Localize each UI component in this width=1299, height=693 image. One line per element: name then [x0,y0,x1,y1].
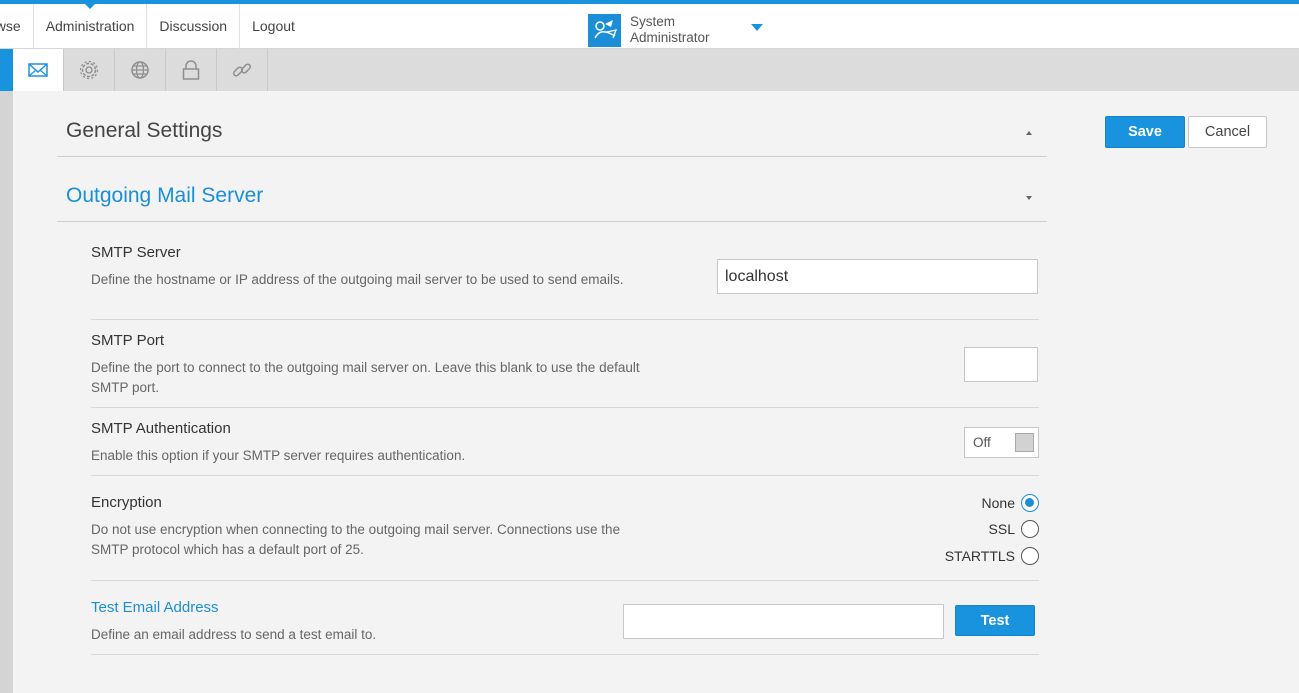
caret-down-icon[interactable] [751,24,763,31]
cancel-button[interactable]: Cancel [1188,116,1267,148]
test-email-input[interactable] [623,604,944,639]
user-name: System Administrator [630,14,725,46]
user-name-line1: System [630,14,676,29]
outgoing-mail-server-section[interactable]: Outgoing Mail Server [57,157,1047,222]
smtp-server-row: SMTP Server Define the hostname or IP ad… [91,222,1039,320]
nav-logout-label: Logout [252,18,295,34]
smtp-port-row: SMTP Port Define the port to connect to … [91,320,1039,408]
encryption-row: Encryption Do not use encryption when co… [91,476,1039,581]
smtp-server-description: Define the hostname or IP address of the… [91,272,624,287]
nav-discussion[interactable]: Discussion [147,4,241,49]
globe-icon [131,61,149,79]
tab-language[interactable] [115,49,166,91]
test-email-description: Define an email address to send a test e… [91,627,377,642]
general-settings-title: General Settings [66,119,223,142]
user-menu[interactable]: System Administrator [588,13,763,47]
general-settings-section[interactable]: General Settings [57,108,1047,157]
encryption-label: Encryption [91,494,162,511]
tab-email[interactable] [13,49,64,91]
chevron-up-icon[interactable] [1025,129,1033,137]
smtp-authentication-toggle[interactable]: Off [964,427,1039,458]
nav-discussion-label: Discussion [159,18,228,34]
nav-browse[interactable]: owse [0,4,34,49]
encryption-option-starttls[interactable]: STARTTLS [945,547,1039,565]
nav-logout[interactable]: Logout [240,4,307,49]
encryption-starttls-label: STARTTLS [944,548,1015,564]
encryption-ssl-radio[interactable] [1021,520,1039,538]
encryption-starttls-radio[interactable] [1021,547,1039,565]
main-nav: owse Administration Discussion Logout [0,3,307,49]
avatar-image-icon [593,20,617,39]
toggle-knob [1015,433,1034,452]
encryption-ssl-label: SSL [988,521,1015,537]
test-button[interactable]: Test [955,605,1035,636]
test-email-row: Test Email Address Define an email addre… [91,581,1039,655]
nav-browse-label: owse [0,18,21,34]
lock-icon [182,60,200,80]
encryption-none-label: None [981,495,1015,511]
envelope-icon [28,63,48,77]
encryption-option-ssl[interactable]: SSL [989,520,1039,538]
top-navigation-bar: owse Administration Discussion Logout Sy… [0,0,1299,49]
settings-tab-strip [0,49,1299,91]
save-button[interactable]: Save [1105,116,1185,148]
encryption-none-radio[interactable] [1021,494,1039,512]
toggle-state-label: Off [973,435,991,450]
smtp-port-label: SMTP Port [91,332,165,349]
chevron-down-icon[interactable] [1025,194,1033,202]
encryption-option-none[interactable]: None [982,494,1039,512]
outgoing-mail-server-title: Outgoing Mail Server [66,184,264,207]
avatar [588,13,621,47]
test-email-label: Test Email Address [91,599,219,616]
nav-administration[interactable]: Administration [34,3,148,49]
tab-integrations[interactable] [217,49,268,91]
encryption-description: Do not use encryption when connecting to… [91,522,621,557]
link-icon [232,63,252,77]
tab-security[interactable] [166,49,217,91]
smtp-authentication-row: SMTP Authentication Enable this option i… [91,408,1039,476]
smtp-port-input[interactable] [964,347,1038,382]
user-name-line2: Administrator [630,30,710,45]
smtp-server-input[interactable] [717,259,1038,294]
left-gutter [0,91,13,693]
smtp-authentication-description: Enable this option if your SMTP server r… [91,448,466,463]
active-tab-indicator [0,49,13,91]
smtp-authentication-label: SMTP Authentication [91,420,231,437]
tab-general[interactable] [64,49,115,91]
gear-icon [79,60,99,80]
nav-administration-label: Administration [45,18,135,34]
smtp-port-description: Define the port to connect to the outgoi… [91,360,640,395]
smtp-server-label: SMTP Server [91,244,181,261]
